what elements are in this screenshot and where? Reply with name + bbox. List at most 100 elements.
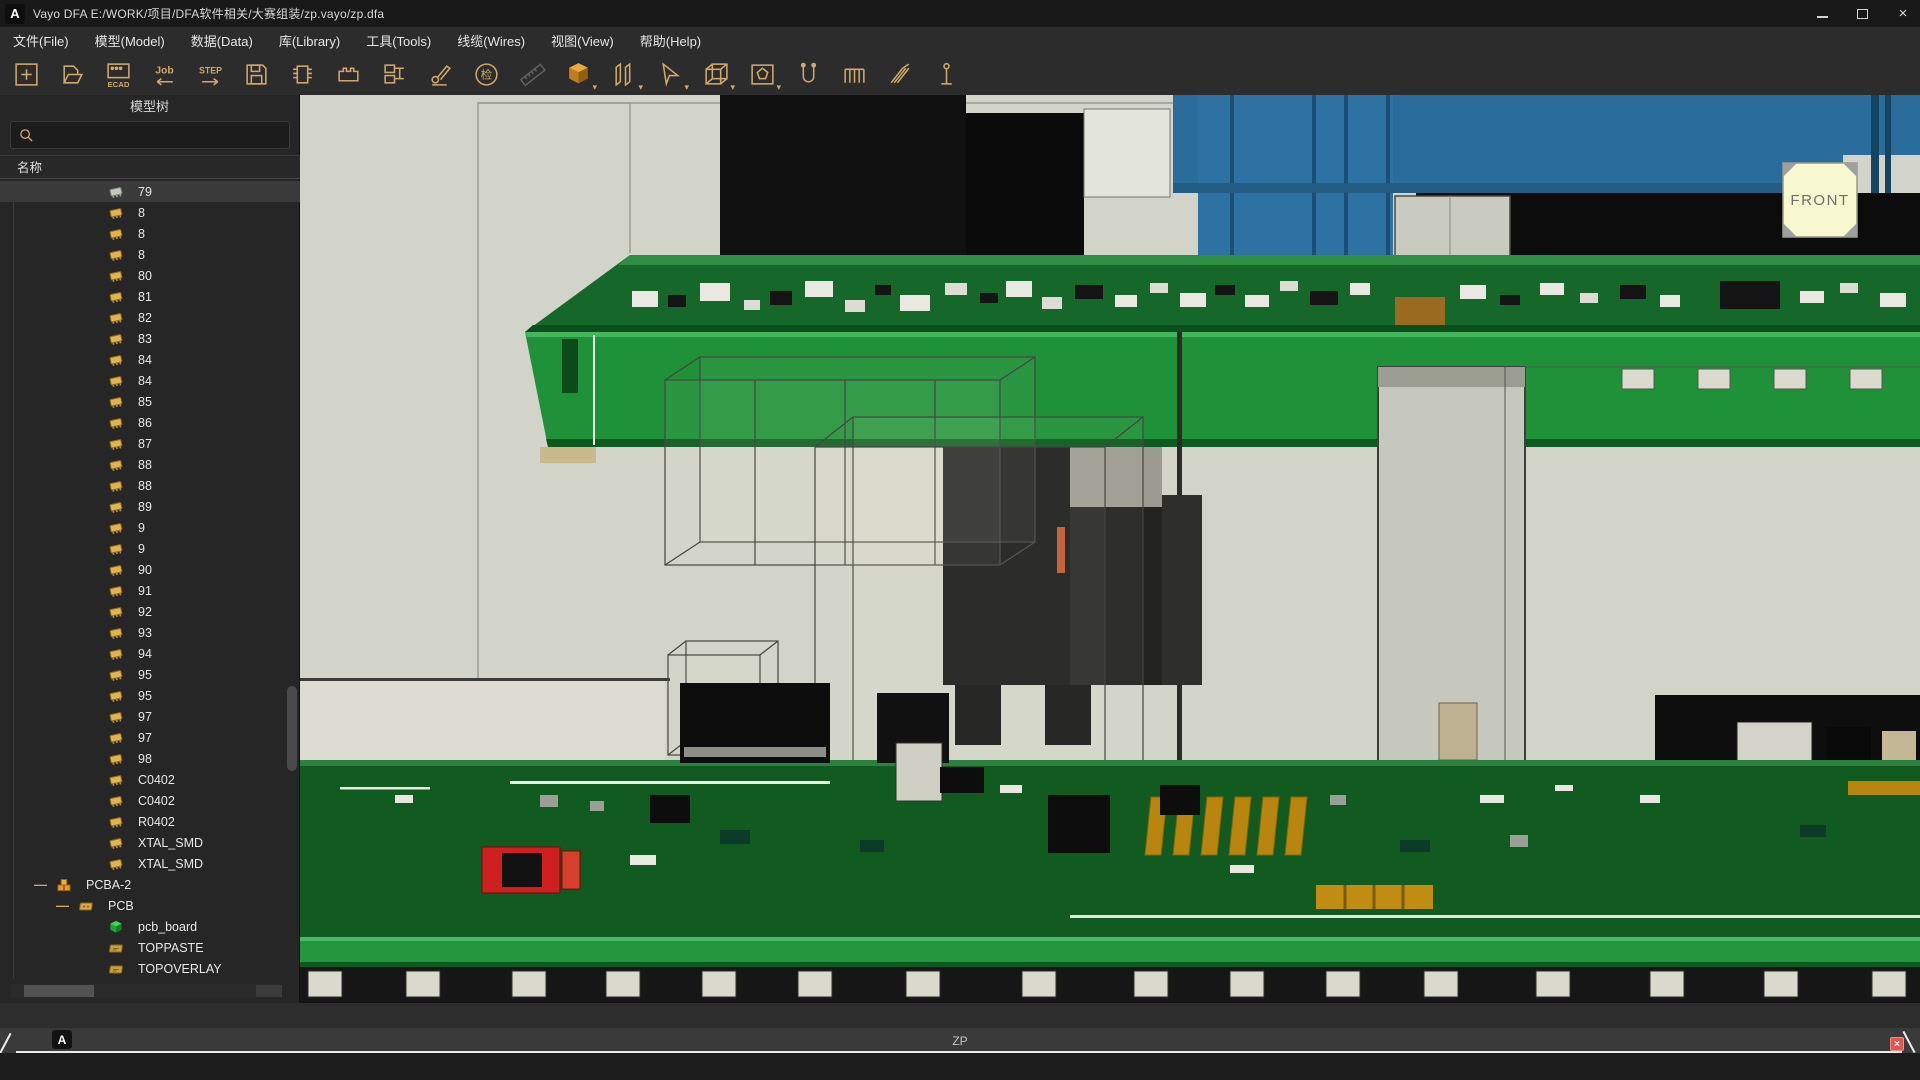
tree-item-r0402[interactable]: R0402 [0,811,300,832]
tool-inspect[interactable]: 检 [466,56,506,92]
tool-import-ecad[interactable]: ECAD [98,56,138,92]
tree-item-91[interactable]: 91 [0,580,300,601]
tool-select-mode[interactable]: ▾ [650,56,690,92]
cube-green-icon [108,920,131,934]
tree-item-84[interactable]: 84 [0,370,300,391]
layer-icon [108,962,131,976]
tool-import-step[interactable]: STEP [190,56,230,92]
tree-item-98[interactable]: 98 [0,748,300,769]
vertical-scrollbar-thumb[interactable] [287,686,297,771]
tool-wire-box[interactable]: ▾ [696,56,736,92]
indent-spacer [0,968,108,969]
tool-section-box[interactable]: ▾ [742,56,782,92]
tree-item-95[interactable]: 95 [0,664,300,685]
menu-model[interactable]: 模型(Model) [82,31,178,50]
tool-import-job[interactable]: Job [144,56,184,92]
tree-item-8[interactable]: 8 [0,244,300,265]
svg-text:ECAD: ECAD [107,79,129,87]
menu-wires[interactable]: 线缆(Wires) [444,31,538,50]
chip-gray-icon [108,185,131,199]
bottom-gap-strip [0,1003,1920,1028]
tree-item-88[interactable]: 88 [0,454,300,475]
menu-tools[interactable]: 工具(Tools) [353,31,444,50]
tree-item-89[interactable]: 89 [0,496,300,517]
indent-spacer [0,359,108,360]
tree-item-pcb-board[interactable]: pcb_board [0,916,300,937]
tool-wire-u[interactable] [788,56,828,92]
tree-item-84[interactable]: 84 [0,349,300,370]
document-tab-label: ZP [0,1034,1920,1048]
tree-item-label: 80 [138,269,152,283]
tool-pin-array[interactable] [834,56,874,92]
tree-item-93[interactable]: 93 [0,622,300,643]
tree-item-87[interactable]: 87 [0,433,300,454]
collapse-toggle-icon[interactable]: — [56,901,78,911]
tree-item-9[interactable]: 9 [0,517,300,538]
horizontal-scrollbar-thumb[interactable] [24,985,94,997]
tree-item-pcb[interactable]: —PCB [0,895,300,916]
tree-item-9[interactable]: 9 [0,538,300,559]
tree-item-xtal-smd[interactable]: XTAL_SMD [0,853,300,874]
tree-item-label: 9 [138,521,145,535]
tree-item-97[interactable]: 97 [0,706,300,727]
tool-board-stack[interactable] [374,56,414,92]
menu-data[interactable]: 数据(Data) [178,31,266,50]
tree-item-80[interactable]: 80 [0,265,300,286]
viewport-3d[interactable]: FRONT [300,95,1920,1003]
tree-item-8[interactable]: 8 [0,223,300,244]
dropdown-caret-icon[interactable]: ▾ [730,82,735,93]
dropdown-caret-icon[interactable]: ▾ [638,82,643,93]
tree-item-label: 9 [138,542,145,556]
indent-spacer [0,611,108,612]
tree-item-85[interactable]: 85 [0,391,300,412]
tree-item-95[interactable]: 95 [0,685,300,706]
dropdown-caret-icon[interactable]: ▾ [684,82,689,93]
tool-connector[interactable] [328,56,368,92]
tool-open-doc[interactable] [52,56,92,92]
tree-item-8[interactable]: 8 [0,202,300,223]
tree-item-topoverlay[interactable]: TOPOVERLAY [0,958,300,979]
tree-item-c0402[interactable]: C0402 [0,790,300,811]
collapse-toggle-icon[interactable]: — [34,880,56,890]
tree-item-97[interactable]: 97 [0,727,300,748]
tool-wire-bundle[interactable] [880,56,920,92]
tree-item-94[interactable]: 94 [0,643,300,664]
tool-probe[interactable] [926,56,966,92]
maximize-button[interactable] [1856,8,1870,20]
tool-save[interactable] [236,56,276,92]
chip-icon [108,332,131,346]
tree-item-xtal-smd[interactable]: XTAL_SMD [0,832,300,853]
tree-item-86[interactable]: 86 [0,412,300,433]
tool-component[interactable] [282,56,322,92]
dropdown-caret-icon[interactable]: ▾ [592,82,597,93]
tool-analysis[interactable] [420,56,460,92]
tree-item-pcba-2[interactable]: —PCBA-2 [0,874,300,895]
tree-item-label: 92 [138,605,152,619]
menu-file[interactable]: 文件(File) [0,31,82,50]
tree-item-c0402[interactable]: C0402 [0,769,300,790]
tab-close-button[interactable]: × [1890,1037,1904,1051]
search-input[interactable] [40,127,289,143]
tool-panels[interactable]: ▾ [604,56,644,92]
front-orientation-cube[interactable]: FRONT [1783,163,1857,237]
menu-view[interactable]: 视图(View) [538,31,627,50]
search-box[interactable] [10,121,290,149]
tool-solid-view[interactable]: ▾ [558,56,598,92]
dropdown-caret-icon[interactable]: ▾ [776,82,781,93]
tree-item-92[interactable]: 92 [0,601,300,622]
horizontal-scrollbar[interactable] [10,984,282,998]
close-button[interactable]: × [1896,8,1910,20]
tree-item-81[interactable]: 81 [0,286,300,307]
tree-item-88[interactable]: 88 [0,475,300,496]
menu-library[interactable]: 库(Library) [266,31,353,50]
tool-new[interactable] [6,56,46,92]
tree-item-toppaste[interactable]: TOPPASTE [0,937,300,958]
tree-item-83[interactable]: 83 [0,328,300,349]
indent-spacer [0,191,108,192]
menu-help[interactable]: 帮助(Help) [627,31,714,50]
tree-item-82[interactable]: 82 [0,307,300,328]
tool-measure[interactable] [512,56,552,92]
tree-item-90[interactable]: 90 [0,559,300,580]
tree-item-79[interactable]: 79 [0,181,300,202]
minimize-button[interactable] [1816,8,1830,20]
